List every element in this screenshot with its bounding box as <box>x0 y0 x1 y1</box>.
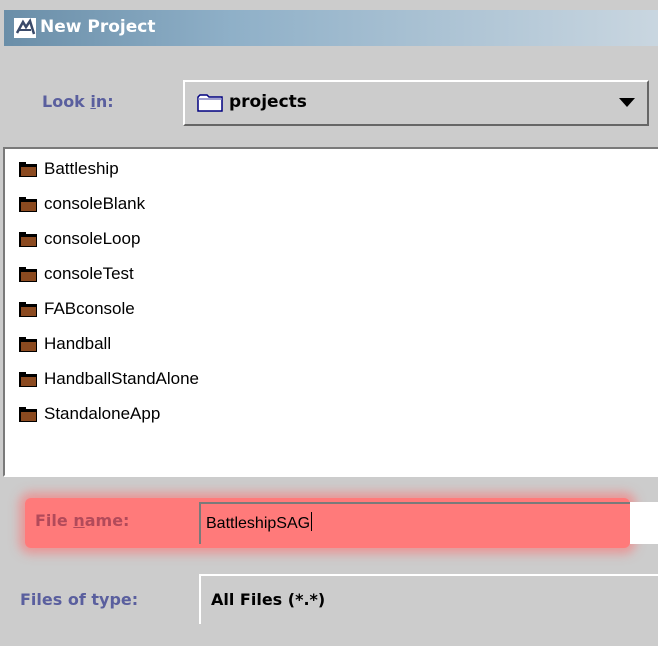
list-item-label: consoleLoop <box>44 229 141 248</box>
folder-icon <box>19 372 37 387</box>
folder-icon <box>19 232 37 247</box>
folder-icon <box>197 94 223 112</box>
folder-icon <box>19 407 37 422</box>
list-item-label: FABconsole <box>44 299 135 318</box>
chevron-down-icon[interactable] <box>619 98 635 107</box>
list-item-label: consoleTest <box>44 264 134 283</box>
list-item-label: consoleBlank <box>44 194 146 213</box>
new-project-dialog: New Project Look in: projects Battleship… <box>0 0 658 646</box>
app-icon <box>14 18 36 38</box>
list-item-label: HandballStandAlone <box>44 369 200 388</box>
file-name-input-end[interactable] <box>630 502 658 544</box>
text-caret <box>311 512 313 531</box>
list-item-label: Battleship <box>44 159 119 178</box>
list-item-label: Handball <box>44 334 112 353</box>
folder-icon <box>19 337 37 352</box>
files-of-type-value: All Files (*.*) <box>211 590 326 609</box>
folder-icon <box>19 302 37 317</box>
file-name-value: BattleshipSAG <box>206 512 313 533</box>
look-in-label: Look in: <box>42 92 114 111</box>
file-list[interactable]: Battleship consoleBlank consoleLoop cons… <box>3 147 658 477</box>
file-name-label: File name: <box>35 511 130 530</box>
window-title: New Project <box>40 17 156 37</box>
list-item-label: StandaloneApp <box>44 404 161 423</box>
look-in-combo[interactable]: projects <box>183 80 649 126</box>
files-of-type-label: Files of type: <box>20 590 139 609</box>
files-of-type-combo[interactable]: All Files (*.*) <box>199 574 658 624</box>
folder-icon <box>19 162 37 177</box>
file-name-input[interactable]: BattleshipSAG <box>199 502 658 544</box>
title-bar[interactable]: New Project <box>4 10 658 46</box>
folder-icon <box>19 197 37 212</box>
look-in-value: projects <box>229 92 307 112</box>
folder-icon <box>19 267 37 282</box>
